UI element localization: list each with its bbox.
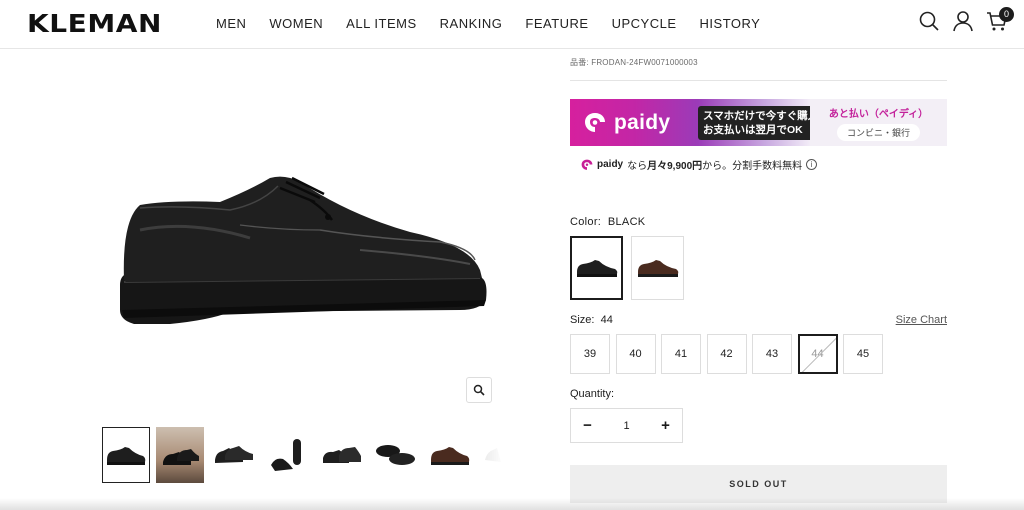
color-swatch-black[interactable] [570,236,623,300]
size-option-45[interactable]: 45 [843,334,883,374]
paidy-stores-pill: コンビニ・銀行 [836,123,920,141]
info-icon[interactable]: i [806,159,818,170]
thumbnail-4[interactable] [264,427,312,483]
product-sku: 品番: FRODAN-24FW0071000003 [570,57,947,81]
color-value: BLACK [607,216,646,228]
size-value: 44 [600,314,613,326]
quantity-increase-button[interactable]: + [649,409,682,442]
nav-men[interactable]: MEN [216,16,246,31]
size-option-42[interactable]: 42 [706,334,747,374]
bottom-shadow [0,498,1024,510]
color-swatch-brown[interactable] [631,236,684,300]
brand-logo[interactable]: KLEMAN [27,9,162,38]
quantity-stepper: − 1 + [570,408,683,443]
paidy-promo: スマホだけで今すぐ購入 お支払いは翌月でOK [698,99,824,146]
quantity-decrease-button[interactable]: − [571,409,604,442]
thumbnail-7[interactable] [426,427,474,483]
nav-ranking[interactable]: RANKING [440,16,503,31]
paidy-methods: あと払い（ペイディ） コンビニ・銀行 [810,99,947,146]
zoom-button[interactable] [466,377,492,403]
quantity-value[interactable]: 1 [604,420,649,432]
nav-upcycle[interactable]: UPCYCLE [612,16,677,31]
paidy-banner[interactable]: paidy スマホだけで今すぐ購入 お支払いは翌月でOK あと払い（ペイディ） … [570,99,947,146]
main-product-image[interactable] [110,160,500,335]
size-row: Size: 44 Size Chart [570,314,947,326]
size-option-44[interactable]: 44 [797,334,838,374]
size-chart-link[interactable]: Size Chart [896,314,947,326]
thumbnail-6[interactable] [372,427,420,483]
paidy-line-prefix: なら [627,161,648,172]
magnifier-icon [473,384,485,396]
size-options: 39 40 41 42 43 44 45 [570,334,889,374]
size-option-43[interactable]: 43 [752,334,792,374]
paidy-logo-block: paidy [570,99,698,146]
color-swatches [570,236,692,300]
header-actions: 0 [906,7,1014,32]
color-label-text: Color: [570,216,602,228]
cart-icon[interactable]: 0 [986,7,1014,32]
nav-feature[interactable]: FEATURE [525,16,588,31]
nav-all-items[interactable]: ALL ITEMS [346,16,416,31]
search-icon[interactable] [918,10,940,32]
thumbnail-strip [102,427,502,483]
quantity-label: Quantity: [570,388,615,400]
thumbnail-3[interactable] [210,427,258,483]
paidy-promo-text: スマホだけで今すぐ購入 お支払いは翌月でOK [698,105,824,140]
size-option-40[interactable]: 40 [615,334,656,374]
account-icon[interactable] [952,10,974,32]
paidy-atobarai-label: あと払い（ペイディ） [828,108,929,120]
thumbnail-2[interactable] [156,427,204,483]
paidy-small-icon [581,159,593,170]
site-header: KLEMAN MEN WOMEN ALL ITEMS RANKING FEATU… [0,0,1024,49]
product-info: 品番: FRODAN-24FW0071000003 paidy スマホだけで今す… [570,49,947,503]
paidy-small-wordmark: paidy [597,159,624,170]
paidy-line-amount: 月々9,900円 [647,161,703,172]
nav-history[interactable]: HISTORY [700,16,761,31]
paidy-wordmark: paidy [614,110,671,134]
size-option-39[interactable]: 39 [570,334,610,374]
size-option-41[interactable]: 41 [661,334,701,374]
paidy-installment-line: paidy なら 月々9,900円 から。分割手数料無料 i [570,157,947,172]
nav-women[interactable]: WOMEN [269,16,323,31]
paidy-logo-icon [585,112,605,132]
thumbnail-5[interactable] [318,427,366,483]
thumbnail-1[interactable] [102,427,150,483]
thumbnail-fade [470,427,504,483]
paidy-line-suffix: から。分割手数料無料 [702,161,803,172]
paidy-promo-line2: お支払いは翌月でOK [703,123,803,136]
paidy-promo-line1: スマホだけで今すぐ購入 [703,109,819,122]
main-nav: MEN WOMEN ALL ITEMS RANKING FEATURE UPCY… [216,16,783,31]
cart-count-badge: 0 [999,7,1014,22]
size-label: Size: [570,314,595,326]
color-label: Color: BLACK [570,216,645,228]
